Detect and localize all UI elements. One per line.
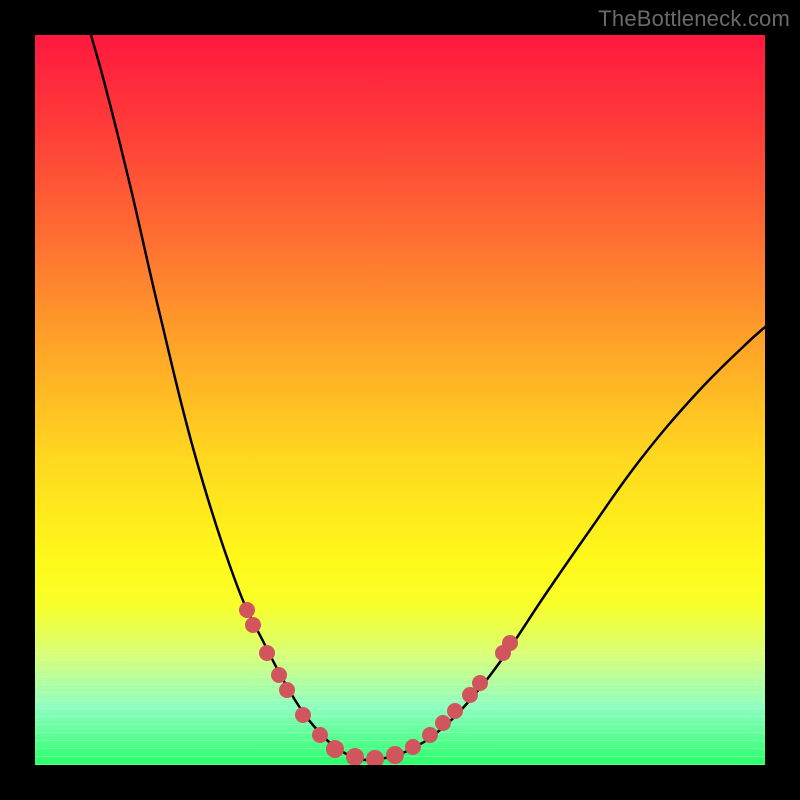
- watermark-text: TheBottleneck.com: [598, 6, 790, 32]
- chart-frame: TheBottleneck.com: [0, 0, 800, 800]
- data-marker: [435, 715, 451, 731]
- data-marker: [279, 682, 295, 698]
- data-marker: [366, 750, 384, 765]
- left-curve: [88, 35, 365, 760]
- data-marker: [312, 727, 328, 743]
- data-marker: [239, 602, 255, 618]
- plot-area: [35, 35, 765, 765]
- data-marker: [326, 740, 344, 758]
- data-marker: [295, 707, 311, 723]
- curve-layer: [35, 35, 765, 765]
- data-marker: [422, 727, 438, 743]
- data-marker: [447, 703, 463, 719]
- data-marker: [346, 748, 364, 765]
- data-marker: [259, 645, 275, 661]
- data-marker: [245, 617, 261, 633]
- data-marker: [472, 675, 488, 691]
- data-marker: [405, 739, 421, 755]
- data-marker: [502, 635, 518, 651]
- data-marker: [271, 667, 287, 683]
- marker-group: [239, 602, 518, 765]
- data-marker: [386, 746, 404, 764]
- right-curve: [365, 323, 765, 760]
